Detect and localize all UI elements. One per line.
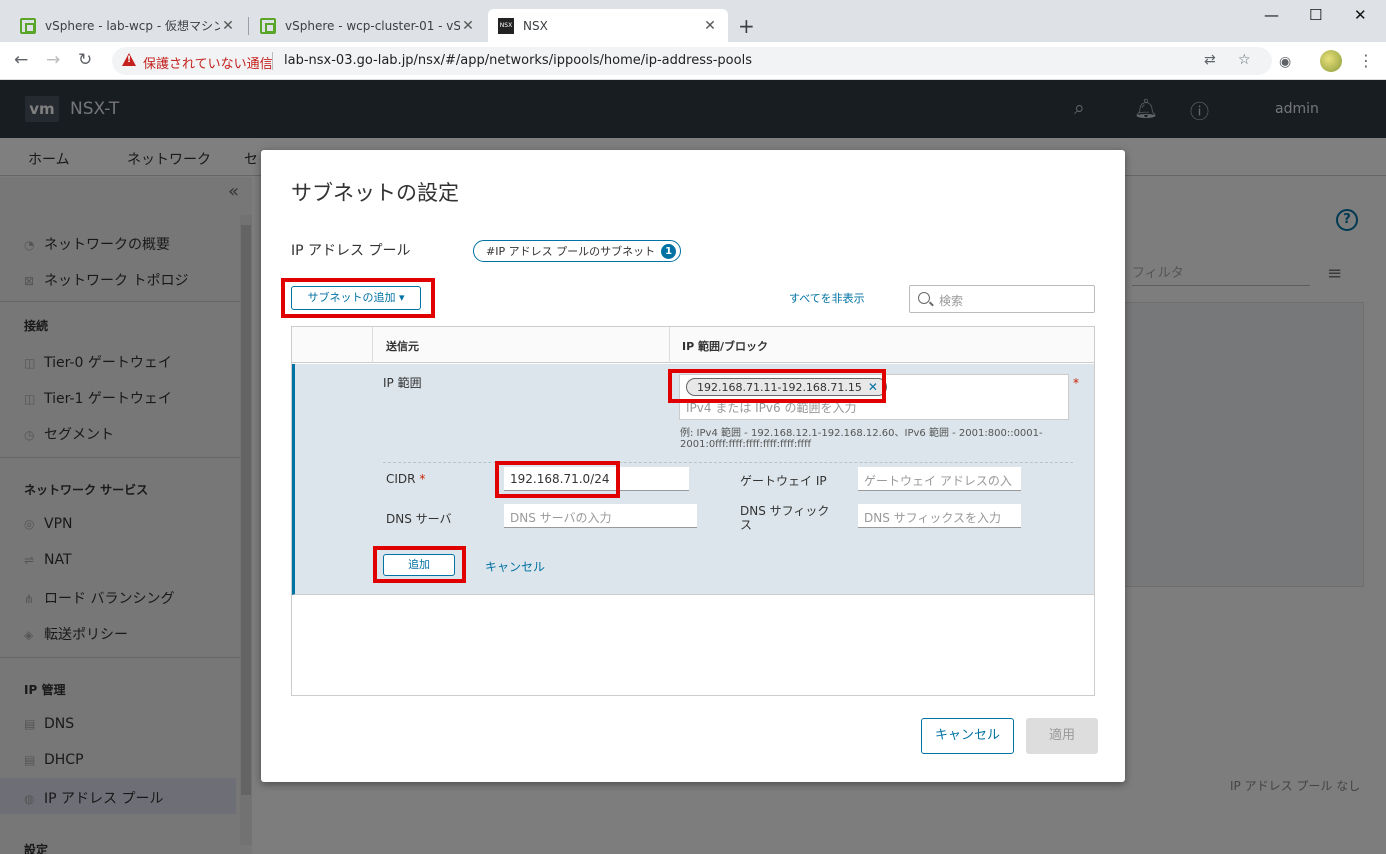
tab-title: NSX [523,18,548,33]
apply-button[interactable]: 適用 [1026,718,1098,754]
browser-tab-3[interactable]: NSX NSX ✕ [488,9,728,42]
vsphere-icon [20,17,36,34]
url-divider [272,52,273,70]
maximize-icon[interactable]: ☐ [1309,6,1322,24]
nsx-icon: NSX [498,17,514,34]
column-header-source[interactable]: 送信元 [386,338,419,354]
ip-range-label: IP 範囲 [383,376,422,390]
back-icon[interactable]: ← [14,50,28,70]
menu-kebab-icon[interactable]: ⋮ [1358,51,1374,70]
gateway-ip-label: ゲートウェイ IP [740,474,827,488]
highlight-cidr [495,461,620,498]
warning-icon [122,53,136,66]
dns-server-input[interactable]: DNS サーバの入力 [504,504,697,528]
dialog-title: サブネットの設定 [291,181,459,205]
ip-pool-chip-label: #IP アドレス プールのサブネット [486,245,656,258]
browser-tab-2[interactable]: vSphere - wcp-cluster-01 - vSphe ✕ [250,9,486,42]
ip-pool-label: IP アドレス プール [291,243,411,259]
security-warning[interactable]: 保護されていない通信 [143,53,273,72]
reload-icon[interactable]: ↻ [78,50,92,70]
extension-icon[interactable]: ◉ [1279,54,1291,70]
close-tab-icon[interactable]: ✕ [702,18,718,34]
divider [383,462,1073,463]
tab-separator [248,17,249,35]
search-icon [918,292,930,304]
forward-icon[interactable]: → [46,50,60,70]
dns-suffix-input[interactable]: DNS サフィックスを入力 [858,504,1021,528]
ip-pool-count-badge: 1 [661,243,677,259]
gateway-ip-input[interactable]: ゲートウェイ アドレスの入 [858,467,1021,491]
cancel-button[interactable]: キャンセル [921,718,1014,754]
tab-title: vSphere - lab-wcp - 仮想マシン [45,19,220,33]
required-icon: * [1073,376,1079,390]
vsphere-icon [260,17,276,34]
search-input[interactable]: 検索 [909,285,1095,313]
close-tab-icon[interactable]: ✕ [460,18,476,34]
highlight-ip-range [668,369,886,403]
tab-title: vSphere - wcp-cluster-01 - vSphe [285,18,460,33]
new-tab-icon[interactable]: + [738,14,755,38]
search-placeholder: 検索 [939,294,964,308]
profile-avatar[interactable] [1320,50,1342,72]
row-cancel-link[interactable]: キャンセル [485,558,545,575]
bookmark-star-icon[interactable]: ☆ [1238,52,1251,68]
browser-tab-1[interactable]: vSphere - lab-wcp - 仮想マシン ✕ [10,9,246,42]
translate-icon[interactable]: ⇄ [1204,52,1216,68]
grid-header: 送信元 IP 範囲/ブロック [292,327,1094,363]
highlight-add-subnet [281,278,435,318]
column-divider [372,327,373,363]
hide-all-link[interactable]: すべてを非表示 [789,290,865,306]
address-bar: ← → ↻ 保護されていない通信 lab-nsx-03.go-lab.jp/ns… [0,42,1386,80]
subnet-settings-dialog: サブネットの設定 IP アドレス プール #IP アドレス プールのサブネット … [261,150,1125,782]
close-window-icon[interactable]: ✕ [1354,6,1367,24]
cidr-label: CIDR * [386,472,426,486]
omnibox[interactable]: 保護されていない通信 lab-nsx-03.go-lab.jp/nsx/#/ap… [112,47,1272,75]
dns-server-label: DNS サーバ [386,512,452,526]
browser-titlebar: vSphere - lab-wcp - 仮想マシン ✕ vSphere - wc… [0,0,1386,42]
url-text[interactable]: lab-nsx-03.go-lab.jp/nsx/#/app/networks/… [284,53,752,68]
dns-suffix-label: DNS サフィックス [740,504,830,532]
highlight-add-button [373,546,466,583]
column-header-ip-range[interactable]: IP 範囲/ブロック [682,338,768,354]
ip-pool-chip[interactable]: #IP アドレス プールのサブネット 1 [473,240,682,262]
close-tab-icon[interactable]: ✕ [220,18,236,34]
ip-range-hint: 例: IPv4 範囲 - 192.168.12.1-192.168.12.60、… [680,428,1043,450]
column-divider [669,327,670,363]
minimize-icon[interactable]: — [1264,6,1279,24]
